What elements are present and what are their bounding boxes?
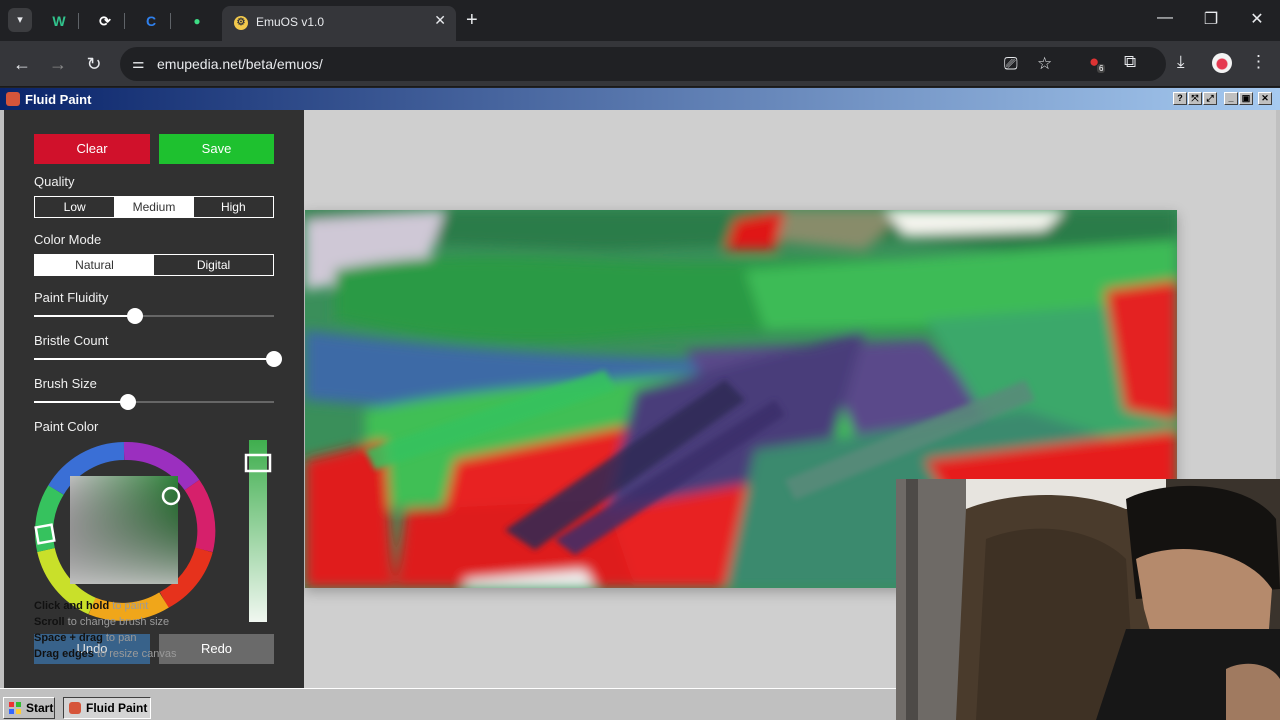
maximize-button[interactable]: ▣ bbox=[1239, 92, 1253, 105]
window-close-button[interactable]: ✕ bbox=[1242, 9, 1272, 29]
brush-size-label: Brush Size bbox=[34, 376, 97, 391]
slider-fill bbox=[34, 401, 128, 403]
quality-selector: Low Medium High bbox=[34, 196, 274, 218]
taskbar-fluid-paint[interactable]: Fluid Paint bbox=[63, 697, 151, 719]
webcam-overlay bbox=[896, 479, 1280, 720]
slider-fill bbox=[34, 315, 135, 317]
slider-fill bbox=[34, 358, 274, 360]
quality-option-medium[interactable]: Medium bbox=[114, 197, 194, 217]
color-mode-selector: Natural Digital bbox=[34, 254, 274, 276]
window-title: Fluid Paint bbox=[25, 92, 92, 107]
tab-separator bbox=[78, 13, 79, 29]
address-bar[interactable]: ⚌ emupedia.net/beta/emuos/ ⎚ ☆ bbox=[120, 47, 1166, 81]
taskbar-item-label: Fluid Paint bbox=[86, 701, 148, 715]
extensions-puzzle-icon[interactable]: ⧉ bbox=[1124, 52, 1136, 72]
webcam-image bbox=[896, 479, 1280, 720]
slider-handle[interactable] bbox=[119, 394, 136, 410]
fullscreen-button[interactable]: ⤧ bbox=[1188, 92, 1202, 105]
paint-fluidity-slider[interactable] bbox=[34, 308, 274, 324]
bristle-count-slider[interactable] bbox=[34, 351, 282, 367]
url-text[interactable]: emupedia.net/beta/emuos/ bbox=[157, 56, 323, 72]
pinned-tab-dot[interactable]: ● bbox=[186, 10, 208, 32]
tab-separator bbox=[124, 13, 125, 29]
quality-option-low[interactable]: Low bbox=[35, 197, 114, 217]
stretch-button[interactable]: ⤢ bbox=[1203, 92, 1217, 105]
pinned-tab-c[interactable]: C bbox=[140, 10, 162, 32]
tab-title: EmuOS v1.0 bbox=[256, 15, 325, 29]
quality-label: Quality bbox=[34, 174, 75, 189]
bookmark-star-icon[interactable]: ☆ bbox=[1037, 54, 1052, 74]
paint-fluidity-label: Paint Fluidity bbox=[34, 290, 109, 305]
palette-icon bbox=[69, 702, 81, 714]
lightness-bar[interactable] bbox=[249, 440, 267, 622]
window-titlebar[interactable]: Fluid Paint ? ⤧ ⤢ _ ▣ ✕ bbox=[0, 88, 1280, 110]
extension-badge: 6 bbox=[1097, 64, 1106, 73]
tab-separator bbox=[170, 13, 171, 29]
back-button[interactable]: ← bbox=[11, 53, 33, 75]
clear-button[interactable]: Clear bbox=[34, 134, 150, 164]
quality-option-high[interactable]: High bbox=[194, 197, 273, 217]
window-restore-button[interactable]: ❐ bbox=[1196, 9, 1226, 29]
controls-panel: Clear Save Quality Low Medium High Color… bbox=[4, 110, 304, 688]
hint-resize: Drag edges to resize canvas bbox=[34, 648, 177, 660]
close-button[interactable]: ✕ bbox=[1258, 92, 1272, 105]
slider-handle[interactable] bbox=[266, 351, 282, 367]
brush-size-slider[interactable] bbox=[34, 394, 274, 410]
browser-tab-strip: ▾ W ⟳ C ● ⚙ EmuOS v1.0 ✕ + — ❐ ✕ bbox=[0, 0, 1280, 41]
paint-color-label: Paint Color bbox=[34, 419, 99, 434]
tab-search-chevron-down-icon[interactable]: ▾ bbox=[8, 8, 32, 32]
forward-button[interactable]: → bbox=[47, 53, 69, 75]
profile-avatar[interactable] bbox=[1212, 53, 1232, 73]
minimize-button[interactable]: _ bbox=[1224, 92, 1238, 105]
emuos-favicon-icon: ⚙ bbox=[234, 16, 248, 30]
hint-pan: Space + drag to pan bbox=[34, 632, 137, 644]
bristle-count-label: Bristle Count bbox=[34, 333, 109, 348]
windows-logo-icon bbox=[9, 702, 21, 714]
window-minimize-button[interactable]: — bbox=[1150, 9, 1180, 27]
palette-icon bbox=[6, 92, 20, 106]
reload-button[interactable]: ↻ bbox=[83, 53, 105, 75]
site-info-icon[interactable]: ⚌ bbox=[132, 55, 145, 72]
browser-toolbar: ← → ↻ ⚌ emupedia.net/beta/emuos/ ⎚ ☆ ● ⧉… bbox=[0, 41, 1280, 87]
save-button[interactable]: Save bbox=[159, 134, 274, 164]
new-tab-button[interactable]: + bbox=[466, 9, 478, 32]
hint-paint: Click and hold to paint bbox=[34, 600, 149, 612]
tab-emuos[interactable]: ⚙ EmuOS v1.0 ✕ bbox=[222, 6, 456, 41]
tab-close-icon[interactable]: ✕ bbox=[434, 12, 446, 29]
start-label: Start bbox=[26, 701, 54, 715]
slider-handle[interactable] bbox=[126, 308, 143, 324]
menu-kebab-icon[interactable]: ⋮ bbox=[1250, 52, 1267, 72]
hint-scroll: Scroll to change brush size bbox=[34, 616, 170, 628]
pinned-tab-openai[interactable]: ⟳ bbox=[94, 10, 116, 32]
help-button[interactable]: ? bbox=[1173, 92, 1187, 105]
download-icon[interactable]: ⤓ bbox=[1177, 52, 1185, 72]
color-mode-option-natural[interactable]: Natural bbox=[35, 255, 154, 275]
color-mode-option-digital[interactable]: Digital bbox=[154, 255, 273, 275]
start-button[interactable]: Start bbox=[3, 697, 55, 719]
color-mode-label: Color Mode bbox=[34, 232, 102, 247]
pinned-tab-w[interactable]: W bbox=[48, 10, 70, 32]
install-app-icon[interactable]: ⎚ bbox=[1004, 54, 1018, 74]
